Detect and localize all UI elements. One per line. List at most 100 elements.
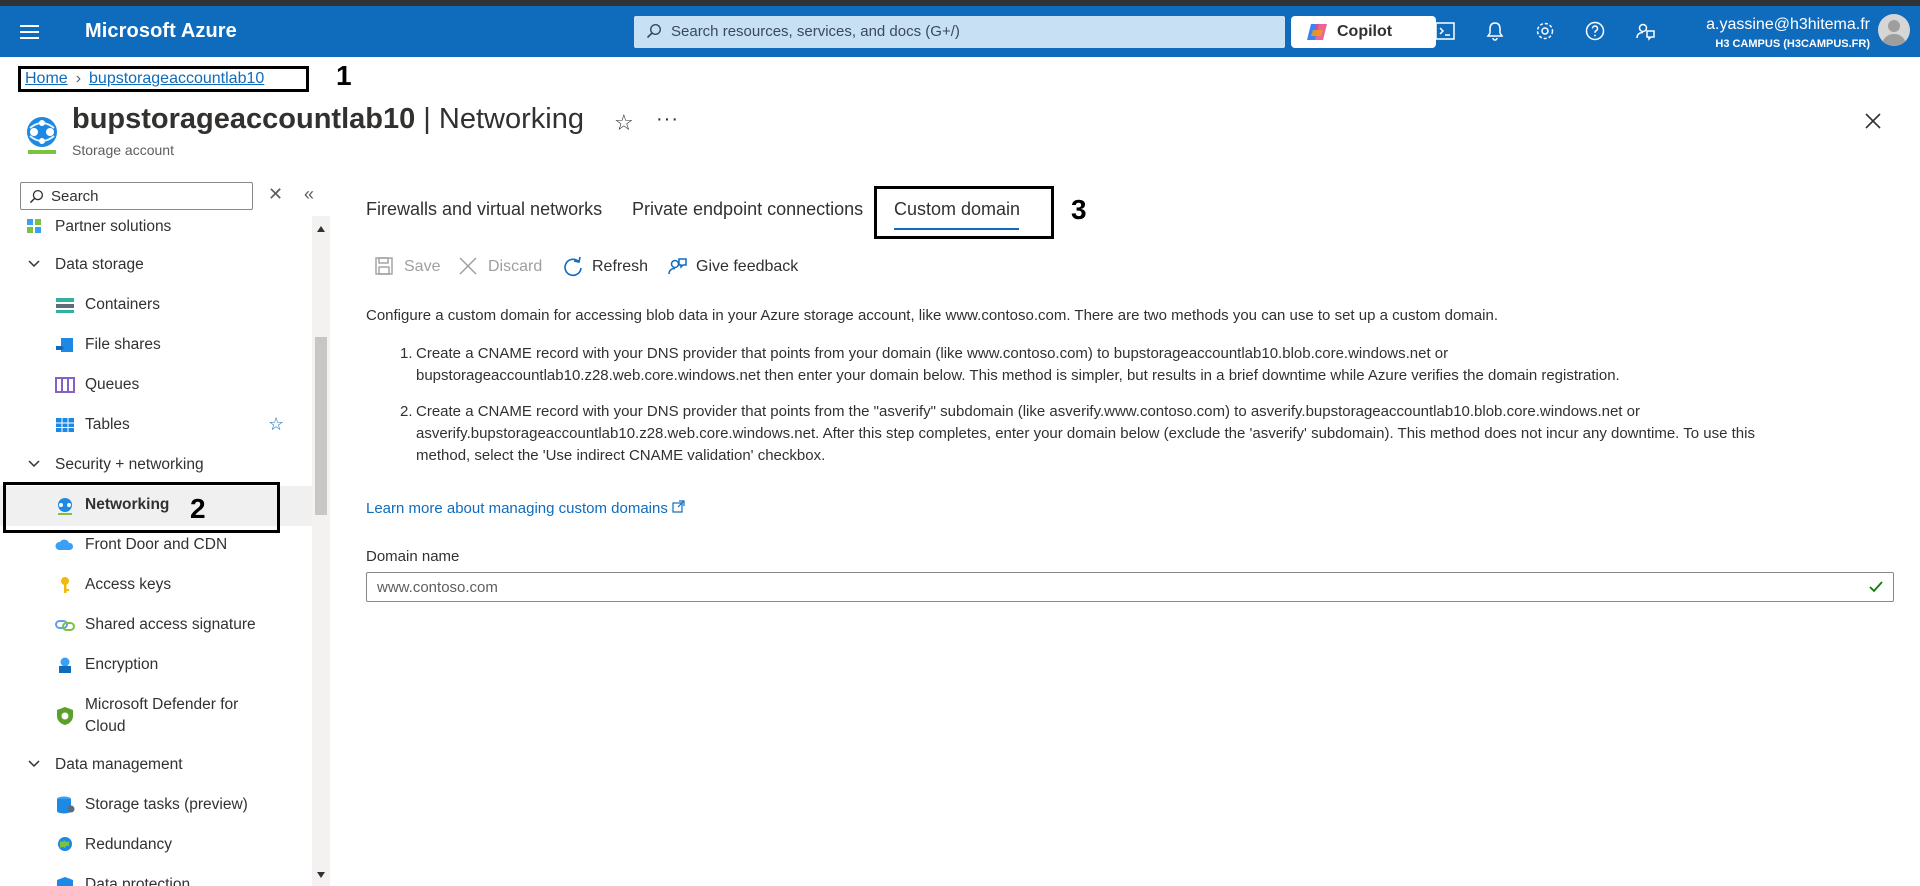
- sidebar-item-label: File shares: [85, 336, 161, 353]
- sidebar-item-label-line2: Cloud: [85, 718, 126, 735]
- copilot-button[interactable]: Copilot: [1291, 16, 1436, 48]
- breadcrumb: Home › bupstorageaccountlab10: [25, 70, 264, 88]
- chevron-down-icon: [27, 757, 41, 776]
- search-icon: [29, 189, 44, 209]
- sidebar-scrollbar[interactable]: [312, 216, 330, 886]
- scroll-up-icon[interactable]: [317, 226, 325, 232]
- sidebar-group-security-networking[interactable]: Security + networking: [0, 456, 312, 482]
- breadcrumb-separator-icon: ›: [75, 70, 82, 87]
- lock-icon: [55, 656, 75, 676]
- breadcrumb-resource-link[interactable]: bupstorageaccountlab10: [89, 70, 264, 87]
- clear-search-icon[interactable]: ✕: [268, 184, 283, 205]
- step-item: 1. Create a CNAME record with your DNS p…: [376, 343, 1896, 387]
- more-options-icon[interactable]: ···: [656, 108, 679, 131]
- copilot-icon: [1306, 22, 1328, 47]
- sidebar-item-shared-access-signature[interactable]: Shared access signature: [0, 616, 312, 642]
- scroll-down-icon[interactable]: [317, 872, 325, 878]
- sidebar-item-encryption[interactable]: Encryption: [0, 656, 312, 682]
- menu-icon[interactable]: [20, 22, 42, 42]
- avatar[interactable]: [1878, 14, 1910, 46]
- domain-name-label: Domain name: [366, 548, 460, 565]
- brand-title[interactable]: Microsoft Azure: [85, 20, 237, 43]
- step-number: 1.: [400, 345, 413, 362]
- learn-more-link[interactable]: Learn more about managing custom domains: [366, 500, 685, 517]
- tab-private-endpoints[interactable]: Private endpoint connections: [632, 199, 863, 220]
- sidebar-item-label: Queues: [85, 376, 140, 393]
- sidebar-item-label: Redundancy: [85, 836, 173, 853]
- sidebar-group-data-management[interactable]: Data management: [0, 756, 312, 782]
- copilot-label: Copilot: [1337, 23, 1393, 40]
- global-search-placeholder: Search resources, services, and docs (G+…: [671, 23, 960, 40]
- sidebar-scrollbar-thumb[interactable]: [315, 337, 327, 515]
- bell-icon[interactable]: [1484, 20, 1510, 46]
- menu-search-placeholder: Search: [51, 188, 99, 205]
- menu-search-input[interactable]: Search: [20, 182, 253, 210]
- intro-text: Configure a custom domain for accessing …: [366, 307, 1498, 324]
- containers-icon: [55, 296, 75, 316]
- shield-icon: [55, 706, 75, 726]
- key-icon: [55, 576, 75, 596]
- favorite-star-icon[interactable]: ☆: [614, 110, 634, 136]
- sidebar-item-label: Data protection: [85, 876, 191, 886]
- tables-icon: [55, 416, 75, 436]
- step-item: 2. Create a CNAME record with your DNS p…: [376, 401, 1896, 467]
- domain-name-input[interactable]: www.contoso.com: [366, 572, 1894, 602]
- sidebar-item-file-shares[interactable]: File shares: [0, 336, 312, 362]
- sidebar-item-containers[interactable]: Containers: [0, 296, 312, 322]
- storage-tasks-icon: [55, 796, 75, 816]
- chevron-down-icon: [27, 257, 41, 276]
- refresh-icon: [562, 256, 584, 283]
- collapse-menu-icon[interactable]: «: [304, 184, 314, 205]
- resource-menu: Partner solutions Data storage Container…: [0, 216, 312, 886]
- feedback-icon: [666, 256, 688, 283]
- step-text-line: asverify.bupstorageaccountlab10.z28.web.…: [416, 425, 1755, 442]
- sidebar-group-label: Data storage: [55, 256, 144, 273]
- global-search-input[interactable]: Search resources, services, and docs (G+…: [634, 16, 1285, 48]
- sidebar-item-partner-solutions[interactable]: Partner solutions: [0, 217, 312, 243]
- step-text-line: Create a CNAME record with your DNS prov…: [416, 403, 1640, 420]
- data-protection-icon: [55, 876, 75, 886]
- sidebar-item-label: Encryption: [85, 656, 159, 673]
- annotation-box-2: [3, 482, 280, 533]
- learn-more-label: Learn more about managing custom domains: [366, 500, 668, 517]
- close-icon[interactable]: [1864, 112, 1882, 135]
- sidebar-item-front-door-cdn[interactable]: Front Door and CDN: [0, 536, 312, 562]
- annotation-number-3: 3: [1071, 194, 1087, 225]
- discard-label: Discard: [488, 258, 543, 275]
- page-title: bupstorageaccountlab10 | Networking: [72, 103, 584, 136]
- annotation-number-1: 1: [336, 60, 352, 91]
- link-icon: [55, 616, 75, 636]
- cloud-shell-icon[interactable]: [1434, 20, 1460, 46]
- page-title-blade: Networking: [438, 103, 584, 135]
- steps-list: 1. Create a CNAME record with your DNS p…: [376, 343, 1896, 481]
- breadcrumb-home-link[interactable]: Home: [25, 70, 68, 87]
- save-icon: [374, 256, 394, 281]
- feedback-icon[interactable]: [1634, 20, 1660, 46]
- sidebar-item-data-protection[interactable]: Data protection: [0, 876, 312, 886]
- gear-icon[interactable]: [1534, 20, 1560, 46]
- sidebar-item-queues[interactable]: Queues: [0, 376, 312, 402]
- external-link-icon: [672, 500, 685, 517]
- sidebar-item-access-keys[interactable]: Access keys: [0, 576, 312, 602]
- account-email[interactable]: a.yassine@h3hitema.fr: [1706, 16, 1870, 34]
- queues-icon: [55, 376, 75, 396]
- save-label: Save: [404, 258, 441, 275]
- globe-icon: [55, 836, 75, 856]
- domain-name-value: www.contoso.com: [377, 579, 498, 596]
- partner-solutions-icon: [25, 217, 45, 237]
- favorite-star-icon[interactable]: ☆: [268, 414, 284, 435]
- front-door-cdn-icon: [55, 536, 75, 556]
- account-tenant[interactable]: H3 CAMPUS (H3CAMPUS.FR): [1715, 38, 1870, 50]
- help-icon[interactable]: [1584, 20, 1610, 46]
- refresh-label: Refresh: [592, 258, 649, 275]
- sidebar-item-redundancy[interactable]: Redundancy: [0, 836, 312, 862]
- sidebar-group-data-storage[interactable]: Data storage: [0, 256, 312, 282]
- search-icon: [646, 23, 662, 44]
- sidebar-item-tables[interactable]: Tables ☆: [0, 414, 312, 442]
- sidebar-item-label: Microsoft Defender for: [85, 696, 239, 713]
- sidebar-item-storage-tasks[interactable]: Storage tasks (preview): [0, 796, 312, 822]
- give-feedback-label: Give feedback: [696, 258, 799, 275]
- tab-firewalls[interactable]: Firewalls and virtual networks: [366, 199, 602, 220]
- storage-networking-icon: [22, 114, 62, 161]
- sidebar-item-defender[interactable]: Microsoft Defender for Cloud: [0, 696, 312, 740]
